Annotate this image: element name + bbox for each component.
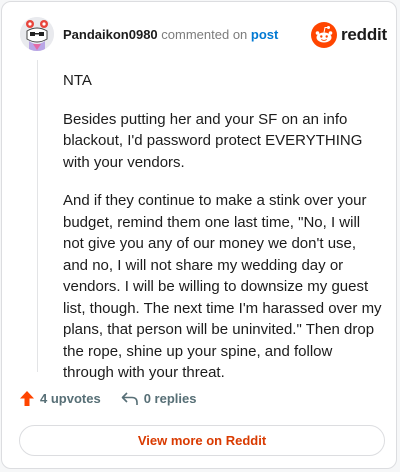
commented-on-text: commented on	[161, 27, 248, 42]
comment-card: Pandaikon0980 commented on post reddit N…	[1, 1, 397, 469]
view-more-button[interactable]: View more on Reddit	[19, 425, 385, 456]
reply-arrow-icon	[121, 391, 138, 405]
avatar[interactable]	[20, 17, 54, 51]
comment-paragraph: Besides putting her and your SF on an in…	[63, 110, 363, 171]
upvote-count: 4 upvotes	[40, 391, 101, 406]
reply-count: 0 replies	[143, 391, 197, 406]
comment-actions: 4 upvotes 0 replies	[19, 390, 196, 407]
reddit-snoo-icon	[311, 22, 337, 48]
comment-body: NTA Besides putting her and your SF on a…	[63, 70, 383, 401]
thread-line	[37, 60, 38, 372]
reddit-wordmark: reddit	[341, 25, 388, 44]
post-link[interactable]: post	[251, 27, 278, 42]
username[interactable]: Pandaikon0980	[63, 27, 158, 42]
comment-header: Pandaikon0980 commented on post	[63, 27, 278, 42]
replies-button[interactable]: 0 replies	[121, 391, 197, 407]
upvote-arrow-icon	[20, 391, 34, 406]
avatar-image	[20, 17, 54, 51]
upvote-button[interactable]: 4 upvotes	[19, 390, 101, 407]
comment-paragraph: NTA	[63, 72, 92, 89]
comment-paragraph: And if they continue to make a stink ove…	[63, 192, 382, 381]
reddit-logo[interactable]: reddit	[311, 21, 387, 49]
